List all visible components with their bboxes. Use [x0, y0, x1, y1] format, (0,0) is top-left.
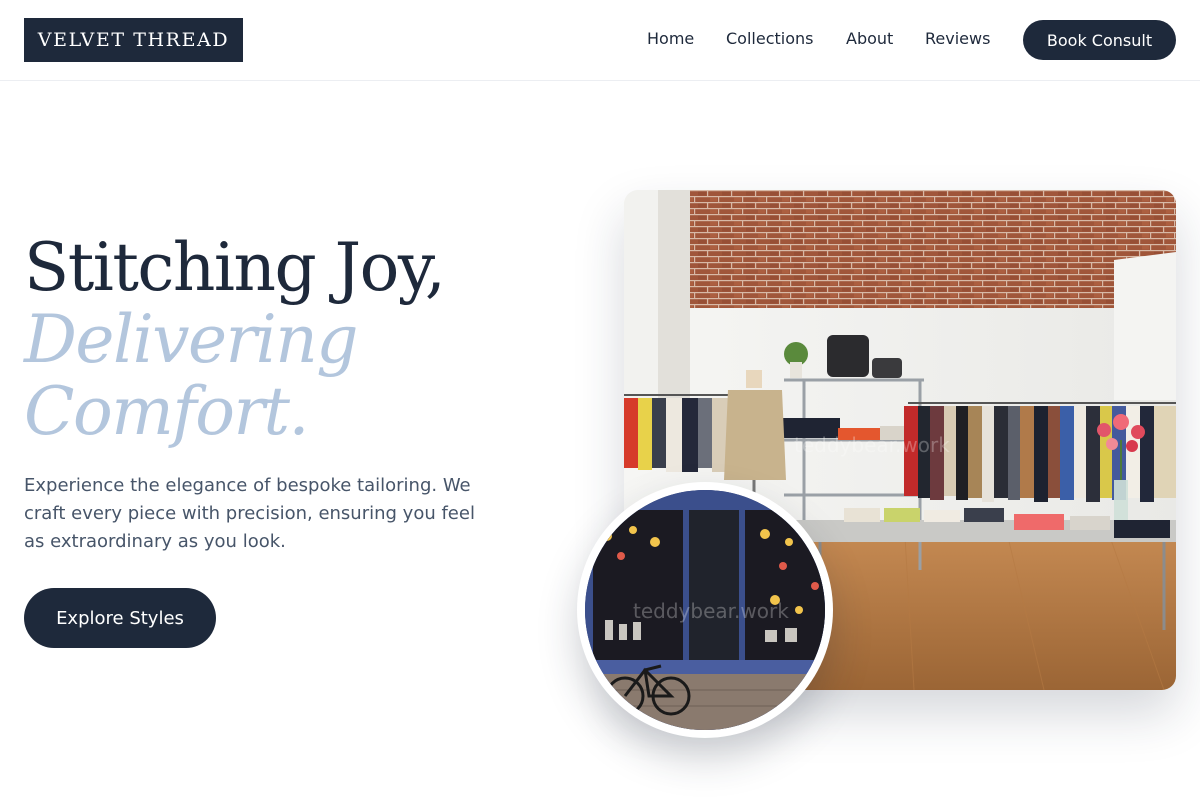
nav-link-home[interactable]: Home — [647, 29, 694, 48]
storefront-image: teddybear.work — [585, 490, 825, 730]
svg-text:teddybear.work: teddybear.work — [633, 599, 789, 623]
brand-logo[interactable]: VELVET THREAD — [24, 18, 243, 62]
site-header: VELVET THREAD Home Collections About Rev… — [0, 0, 1200, 81]
hero-description: Experience the elegance of bespoke tailo… — [24, 475, 475, 552]
hero-title: Stitching Joy, Delivering Comfort. — [24, 232, 564, 448]
nav-link-about[interactable]: About — [846, 29, 893, 48]
explore-styles-button[interactable]: Explore Styles — [24, 588, 216, 648]
nav-link-collections[interactable]: Collections — [726, 29, 813, 48]
storefront-image-frame: teddybear.work — [577, 482, 833, 738]
hero-title-line-3: Comfort. — [24, 373, 310, 450]
svg-text:teddybear.work: teddybear.work — [794, 433, 950, 457]
book-consult-button[interactable]: Book Consult — [1023, 20, 1176, 60]
hero-title-line-2: Delivering — [24, 301, 358, 378]
nav-link-reviews[interactable]: Reviews — [925, 29, 990, 48]
hero-title-line-1: Stitching Joy, — [24, 229, 446, 306]
